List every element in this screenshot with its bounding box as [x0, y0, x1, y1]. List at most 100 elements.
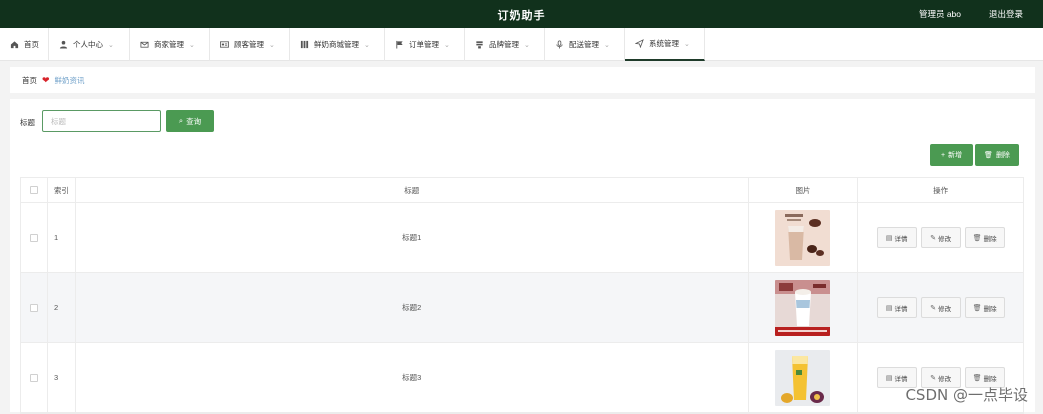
detail-button-label: 详情 [894, 305, 908, 313]
top-bar: 订奶助手 管理员 abo 退出登录 [0, 0, 1043, 28]
edit-button-label: 修改 [938, 305, 952, 313]
nav-item-label: 顾客管理 [234, 40, 264, 49]
nav-item-orders[interactable]: 订单管理 ⌄ [385, 28, 465, 61]
table-row: 2 标题2 ▤ 详情 ✎ 修改 🗑 删除 [21, 273, 1023, 343]
nav-item-merchant[interactable]: 商家管理 ⌄ [130, 28, 210, 61]
milk-drink-image[interactable] [775, 279, 831, 336]
nav-item-label: 商家管理 [154, 40, 184, 49]
home-icon [9, 40, 19, 50]
milk-tea-image[interactable] [775, 209, 831, 266]
logout-link[interactable]: 退出登录 [989, 8, 1023, 20]
current-user: 管理员 abo [918, 9, 961, 19]
nav-item-label: 系统管理 [649, 39, 679, 48]
select-all-checkbox[interactable] [29, 186, 38, 194]
nav-item-label: 品牌管理 [489, 40, 519, 49]
nav-item-label: 个人中心 [73, 40, 103, 49]
edit-button-label: 修改 [938, 375, 952, 383]
nav-item-label: 订单管理 [409, 40, 439, 49]
row-checkbox-cell [21, 203, 48, 272]
flag-icon [394, 40, 404, 50]
mic-icon [554, 40, 564, 50]
nav-item-label: 配送管理 [569, 40, 599, 49]
column-header-title: 标题 [76, 178, 749, 202]
news-table: 索引 标题 图片 操作 1 标题1 ▤ 详情 ✎ 修改 🗑 删除 2 标题2 ▤… [20, 177, 1024, 414]
delete-button[interactable]: 🗑 删除 [964, 227, 1005, 248]
nav-item-milk-mall[interactable]: 鲜奶商城管理 ⌄ [290, 28, 385, 61]
table-header: 索引 标题 图片 操作 [21, 178, 1023, 203]
trash-icon: 🗑 [984, 152, 993, 159]
trash-icon: 🗑 [972, 234, 982, 242]
search-icon: ⌕ [178, 116, 184, 125]
delete-button-label: 删除 [983, 235, 997, 243]
query-button-label: 查询 [186, 116, 202, 126]
chevron-down-icon: ⌄ [604, 41, 610, 49]
row-index: 2 [48, 273, 76, 342]
app-title: 订奶助手 [497, 10, 546, 22]
row-checkbox[interactable] [29, 373, 38, 382]
pencil-icon: ✎ [930, 234, 937, 242]
chevron-down-icon: ⌄ [684, 40, 690, 48]
chevron-down-icon: ⌄ [189, 41, 195, 49]
breadcrumb: 首页 ❤ 鲜奶资讯 [10, 67, 1035, 93]
heart-icon: ❤ [42, 74, 50, 85]
document-icon: ▤ [885, 304, 893, 312]
nav-item-home[interactable]: 首页 [0, 28, 49, 61]
header-checkbox-cell [21, 178, 48, 202]
stack-icon [474, 40, 484, 50]
chevron-down-icon: ⌄ [524, 41, 530, 49]
pencil-icon: ✎ [930, 374, 937, 382]
row-checkbox[interactable] [29, 303, 38, 312]
nav-item-customer[interactable]: 顾客管理 ⌄ [210, 28, 290, 61]
breadcrumb-current: 鲜奶资讯 [54, 75, 85, 85]
column-header-actions: 操作 [933, 185, 949, 195]
row-title: 标题1 [76, 203, 749, 272]
row-checkbox-cell [21, 273, 48, 342]
trash-icon: 🗑 [972, 304, 982, 312]
detail-button-label: 详情 [894, 375, 908, 383]
column-header-image: 图片 [749, 178, 859, 202]
id-card-icon [219, 40, 229, 50]
search-input[interactable] [42, 110, 161, 132]
detail-button[interactable]: ▤ 详情 [876, 297, 917, 318]
plus-icon: + [940, 151, 946, 159]
batch-delete-label: 删除 [995, 152, 1010, 159]
delete-button[interactable]: 🗑 删除 [964, 297, 1005, 318]
nav-item-label: 首页 [24, 40, 39, 49]
nav-item-brand[interactable]: 品牌管理 ⌄ [465, 28, 545, 61]
batch-delete-button[interactable]: 🗑 删除 [975, 144, 1019, 166]
content-panel: 标题 ⌕ 查询 + 新增 🗑 删除 索引 标题 图片 操作 1 标题1 [10, 99, 1035, 414]
edit-button[interactable]: ✎ 修改 [920, 297, 961, 318]
row-actions: ▤ 详情 ✎ 修改 🗑 删除 [858, 273, 1023, 342]
edit-button-label: 修改 [938, 235, 952, 243]
query-button[interactable]: ⌕ 查询 [166, 110, 214, 132]
nav-item-personal-center[interactable]: 个人中心 ⌄ [49, 28, 130, 61]
row-index: 3 [48, 343, 76, 412]
row-checkbox[interactable] [29, 233, 38, 242]
main-nav: 首页 个人中心 ⌄ 商家管理 ⌄ 顾客管理 ⌄ 鲜奶商城管理 ⌄ 订单管理 ⌄ … [0, 28, 1043, 61]
edit-button[interactable]: ✎ 修改 [920, 227, 961, 248]
row-checkbox-cell [21, 343, 48, 412]
chevron-down-icon: ⌄ [269, 41, 275, 49]
table-row: 1 标题1 ▤ 详情 ✎ 修改 🗑 删除 [21, 203, 1023, 273]
nav-item-system[interactable]: 系统管理 ⌄ [625, 28, 705, 61]
table-row: 3 标题3 ▤ 详情 ✎ 修改 🗑 删除 [21, 343, 1023, 413]
detail-button[interactable]: ▤ 详情 [876, 227, 917, 248]
delete-button-label: 删除 [983, 305, 997, 313]
fruit-tea-image[interactable] [775, 349, 831, 406]
detail-button-label: 详情 [894, 235, 908, 243]
nav-item-label: 鲜奶商城管理 [314, 40, 359, 49]
chevron-down-icon: ⌄ [444, 41, 450, 49]
user-icon [58, 40, 68, 50]
add-button[interactable]: + 新增 [930, 144, 973, 166]
send-icon [634, 39, 644, 49]
document-icon: ▤ [885, 374, 893, 382]
row-actions: ▤ 详情 ✎ 修改 🗑 删除 [858, 203, 1023, 272]
watermark: CSDN @一点毕设 [905, 386, 1028, 404]
row-image-cell [749, 273, 859, 342]
nav-item-delivery[interactable]: 配送管理 ⌄ [545, 28, 625, 61]
column-header-index: 索引 [48, 178, 76, 202]
breadcrumb-home[interactable]: 首页 [22, 75, 37, 86]
row-index: 1 [48, 203, 76, 272]
document-icon: ▤ [885, 234, 893, 242]
pencil-icon: ✎ [930, 304, 937, 312]
